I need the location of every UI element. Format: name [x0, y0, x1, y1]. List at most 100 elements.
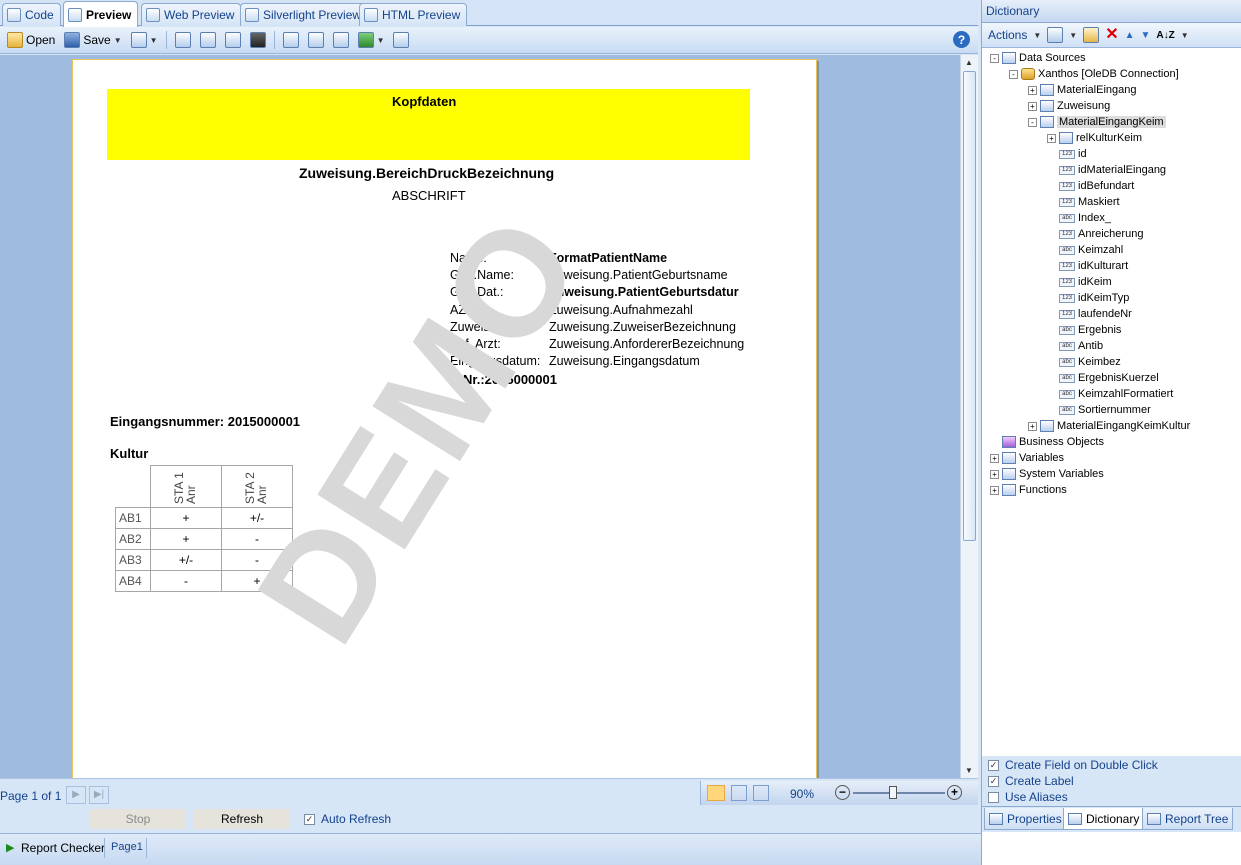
tree-node[interactable]: abc Index_ — [1047, 210, 1111, 226]
tree-node[interactable]: - MaterialEingangKeim — [1028, 114, 1166, 130]
zoom-slider-track[interactable] — [853, 792, 945, 794]
zoom-out-icon[interactable]: − — [835, 785, 850, 800]
open-button[interactable]: Open — [4, 30, 58, 51]
tree-node-label: Variables — [1019, 452, 1065, 464]
dictionary-options: ✓ Create Field on Double Click ✓ Create La… — [982, 756, 1241, 806]
save-button[interactable]: Save ▼ — [61, 30, 124, 51]
tab-silverlight-preview[interactable]: Silverlight Preview — [240, 3, 369, 26]
send-button[interactable]: ▼ — [128, 30, 161, 51]
tree-node[interactable]: + Functions — [990, 482, 1067, 498]
string-field-icon: abc — [1059, 405, 1075, 415]
thumbnails-button[interactable] — [222, 30, 244, 51]
tab-report-tree[interactable]: Report Tree — [1142, 808, 1234, 830]
page-tab[interactable]: Page1 — [111, 841, 143, 853]
sort-icon[interactable]: A↓Z — [1156, 30, 1174, 41]
option-create-label[interactable]: ✓ Create Label — [988, 774, 1074, 788]
chevron-down-icon[interactable]: ▼ — [1033, 31, 1041, 40]
multiple-pages-button[interactable]: ▼ — [355, 30, 388, 51]
new-item-icon[interactable] — [1047, 27, 1064, 43]
one-page-button[interactable] — [305, 30, 327, 51]
vertical-scrollbar[interactable]: ▲ ▼ — [960, 55, 978, 778]
expand-icon[interactable]: + — [990, 469, 999, 479]
tree-node-label: id — [1078, 148, 1087, 160]
tree-node[interactable]: abc ErgebnisKuerzel — [1047, 370, 1159, 386]
tree-node[interactable]: abc Sortiernummer — [1047, 402, 1151, 418]
chevron-down-icon[interactable]: ▼ — [377, 36, 385, 45]
parameters-button[interactable] — [197, 30, 219, 51]
next-page-icon[interactable]: ▶ — [66, 786, 86, 804]
tree-node[interactable]: 123 idKulturart — [1047, 258, 1128, 274]
option-create-field[interactable]: ✓ Create Field on Double Click — [988, 758, 1158, 772]
chevron-down-icon[interactable]: ▼ — [114, 36, 122, 45]
chevron-down-icon[interactable]: ▼ — [1181, 31, 1189, 40]
scroll-down-icon[interactable]: ▼ — [965, 766, 973, 775]
expand-icon[interactable]: + — [1028, 101, 1037, 111]
collapse-icon[interactable]: - — [1028, 117, 1037, 127]
tab-web-preview[interactable]: Web Preview — [141, 3, 242, 26]
actions-menu[interactable]: Actions — [988, 28, 1027, 42]
scroll-up-icon[interactable]: ▲ — [965, 58, 973, 67]
chevron-down-icon[interactable]: ▼ — [1069, 31, 1077, 40]
page-setup-button[interactable] — [390, 30, 412, 51]
last-page-icon[interactable]: ▶| — [89, 786, 109, 804]
move-up-icon[interactable]: ▲ — [1125, 30, 1135, 41]
tab-preview[interactable]: Preview — [63, 1, 139, 27]
auto-refresh-checkbox[interactable]: ✓ Auto Refresh — [304, 812, 391, 826]
tree-node[interactable]: 123 idKeim — [1047, 274, 1112, 290]
chevron-down-icon[interactable]: ▼ — [150, 36, 158, 45]
tree-node[interactable]: - Data Sources — [990, 50, 1086, 66]
tree-node[interactable]: 123 idKeimTyp — [1047, 290, 1129, 306]
stop-button[interactable]: Stop — [90, 809, 186, 829]
find-button[interactable] — [247, 30, 269, 51]
tree-node[interactable]: 123 Anreicherung — [1047, 226, 1143, 242]
help-icon[interactable]: ? — [953, 31, 970, 48]
tree-node[interactable]: 123 Maskiert — [1047, 194, 1120, 210]
edit-icon[interactable] — [1083, 27, 1100, 43]
zoom-slider-thumb[interactable] — [889, 786, 897, 799]
tab-properties[interactable]: Properties — [984, 808, 1067, 830]
delete-icon[interactable]: ✕ — [1105, 27, 1118, 43]
one-page-view-icon[interactable] — [707, 785, 725, 801]
tree-node[interactable]: abc Keimzahl — [1047, 242, 1123, 258]
tree-node[interactable]: 123 id — [1047, 146, 1087, 162]
play-icon[interactable]: ▶ — [6, 841, 14, 854]
option-use-aliases[interactable]: Use Aliases — [988, 790, 1068, 804]
tree-node[interactable]: + relKulturKeim — [1047, 130, 1142, 146]
tree-node[interactable]: abc Antib — [1047, 338, 1103, 354]
tree-node[interactable]: + System Variables — [990, 466, 1104, 482]
tree-node[interactable]: 123 laufendeNr — [1047, 306, 1132, 322]
string-field-icon: abc — [1059, 389, 1075, 399]
collapse-icon[interactable]: - — [990, 53, 999, 63]
tab-html-preview[interactable]: HTML Preview — [359, 3, 468, 26]
tree-node[interactable]: 123 idMaterialEingang — [1047, 162, 1166, 178]
tree-node[interactable]: Business Objects — [990, 434, 1104, 450]
tree-node[interactable]: + Variables — [990, 450, 1064, 466]
continuous-view-icon[interactable] — [731, 785, 747, 801]
report-checker-button[interactable]: Report Checker — [21, 841, 105, 855]
move-down-icon[interactable]: ▼ — [1141, 30, 1151, 41]
tree-node[interactable]: + Zuweisung — [1028, 98, 1110, 114]
full-screen-button[interactable] — [280, 30, 302, 51]
zoom-in-icon[interactable]: + — [947, 785, 962, 800]
tree-node-label: System Variables — [1019, 468, 1104, 480]
two-pages-button[interactable] — [330, 30, 352, 51]
tab-dictionary[interactable]: Dictionary — [1063, 808, 1145, 830]
tree-node[interactable]: abc KeimzahlFormatiert — [1047, 386, 1173, 402]
tree-node[interactable]: + MaterialEingang — [1028, 82, 1137, 98]
multi-page-view-icon[interactable] — [753, 785, 769, 801]
expand-icon[interactable]: + — [990, 485, 999, 495]
tab-code[interactable]: Code — [2, 3, 61, 26]
tree-node[interactable]: abc Ergebnis — [1047, 322, 1121, 338]
expand-icon[interactable]: + — [990, 453, 999, 463]
tree-node[interactable]: - Xanthos [OleDB Connection] — [1009, 66, 1179, 82]
expand-icon[interactable]: + — [1047, 133, 1056, 143]
bookmarks-button[interactable] — [172, 30, 194, 51]
tree-node[interactable]: abc Keimbez — [1047, 354, 1121, 370]
tree-node[interactable]: 123 idBefundart — [1047, 178, 1134, 194]
collapse-icon[interactable]: - — [1009, 69, 1018, 79]
scrollbar-thumb[interactable] — [963, 71, 976, 541]
refresh-button[interactable]: Refresh — [194, 809, 290, 829]
expand-icon[interactable]: + — [1028, 85, 1037, 95]
tree-node[interactable]: + MaterialEingangKeimKultur — [1028, 418, 1190, 434]
expand-icon[interactable]: + — [1028, 421, 1037, 431]
